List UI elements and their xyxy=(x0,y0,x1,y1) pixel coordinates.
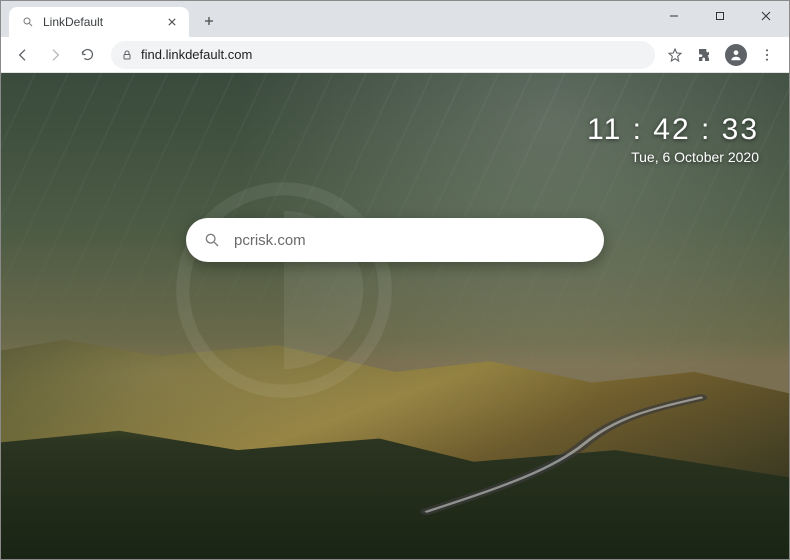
profile-avatar-icon[interactable] xyxy=(725,44,747,66)
clock-time: 11 : 42 : 33 xyxy=(587,113,759,147)
window-controls xyxy=(651,1,789,31)
search-bar[interactable] xyxy=(186,218,604,262)
browser-toolbar: find.linkdefault.com xyxy=(1,37,789,73)
clock-date: Tue, 6 October 2020 xyxy=(587,149,759,165)
window-minimize-button[interactable] xyxy=(651,1,697,31)
reload-button[interactable] xyxy=(73,41,101,69)
window-maximize-button[interactable] xyxy=(697,1,743,31)
page-content: 11 : 42 : 33 Tue, 6 October 2020 xyxy=(1,73,789,559)
tab-title: LinkDefault xyxy=(43,15,157,29)
tab-favicon-search-icon xyxy=(21,15,35,29)
extensions-puzzle-icon[interactable] xyxy=(695,45,715,65)
bookmark-star-icon[interactable] xyxy=(665,45,685,65)
toolbar-right-icons xyxy=(665,44,781,66)
back-button[interactable] xyxy=(9,41,37,69)
browser-tab[interactable]: LinkDefault xyxy=(9,7,189,37)
browser-window: LinkDefault xyxy=(0,0,790,560)
address-bar-url: find.linkdefault.com xyxy=(141,47,252,62)
search-input[interactable] xyxy=(234,232,586,249)
address-bar[interactable]: find.linkdefault.com xyxy=(111,41,655,69)
forward-button[interactable] xyxy=(41,41,69,69)
clock-widget: 11 : 42 : 33 Tue, 6 October 2020 xyxy=(587,113,759,165)
search-icon xyxy=(204,232,220,248)
new-tab-button[interactable] xyxy=(195,7,223,35)
kebab-menu-icon[interactable] xyxy=(757,45,777,65)
titlebar: LinkDefault xyxy=(1,1,789,37)
lock-icon xyxy=(121,49,133,61)
tab-close-icon[interactable] xyxy=(165,15,179,29)
window-close-button[interactable] xyxy=(743,1,789,31)
